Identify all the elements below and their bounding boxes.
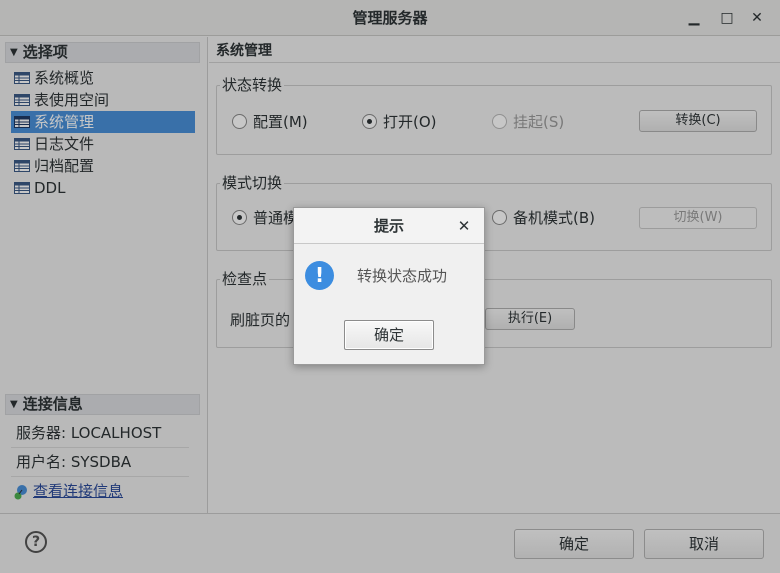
message-dialog: 提示 ✕ ! 转换状态成功 确定 (293, 207, 485, 365)
dialog-close-icon[interactable]: ✕ (456, 217, 472, 235)
manage-server-window: 管理服务器 ▁ □ ✕ ▼ 选择项 系统概览 表使用空间 系统管理 日志文件 归… (0, 0, 780, 573)
dialog-message: 转换状态成功 (357, 267, 448, 285)
info-icon: ! (305, 261, 334, 290)
dialog-ok-button[interactable]: 确定 (344, 320, 434, 350)
